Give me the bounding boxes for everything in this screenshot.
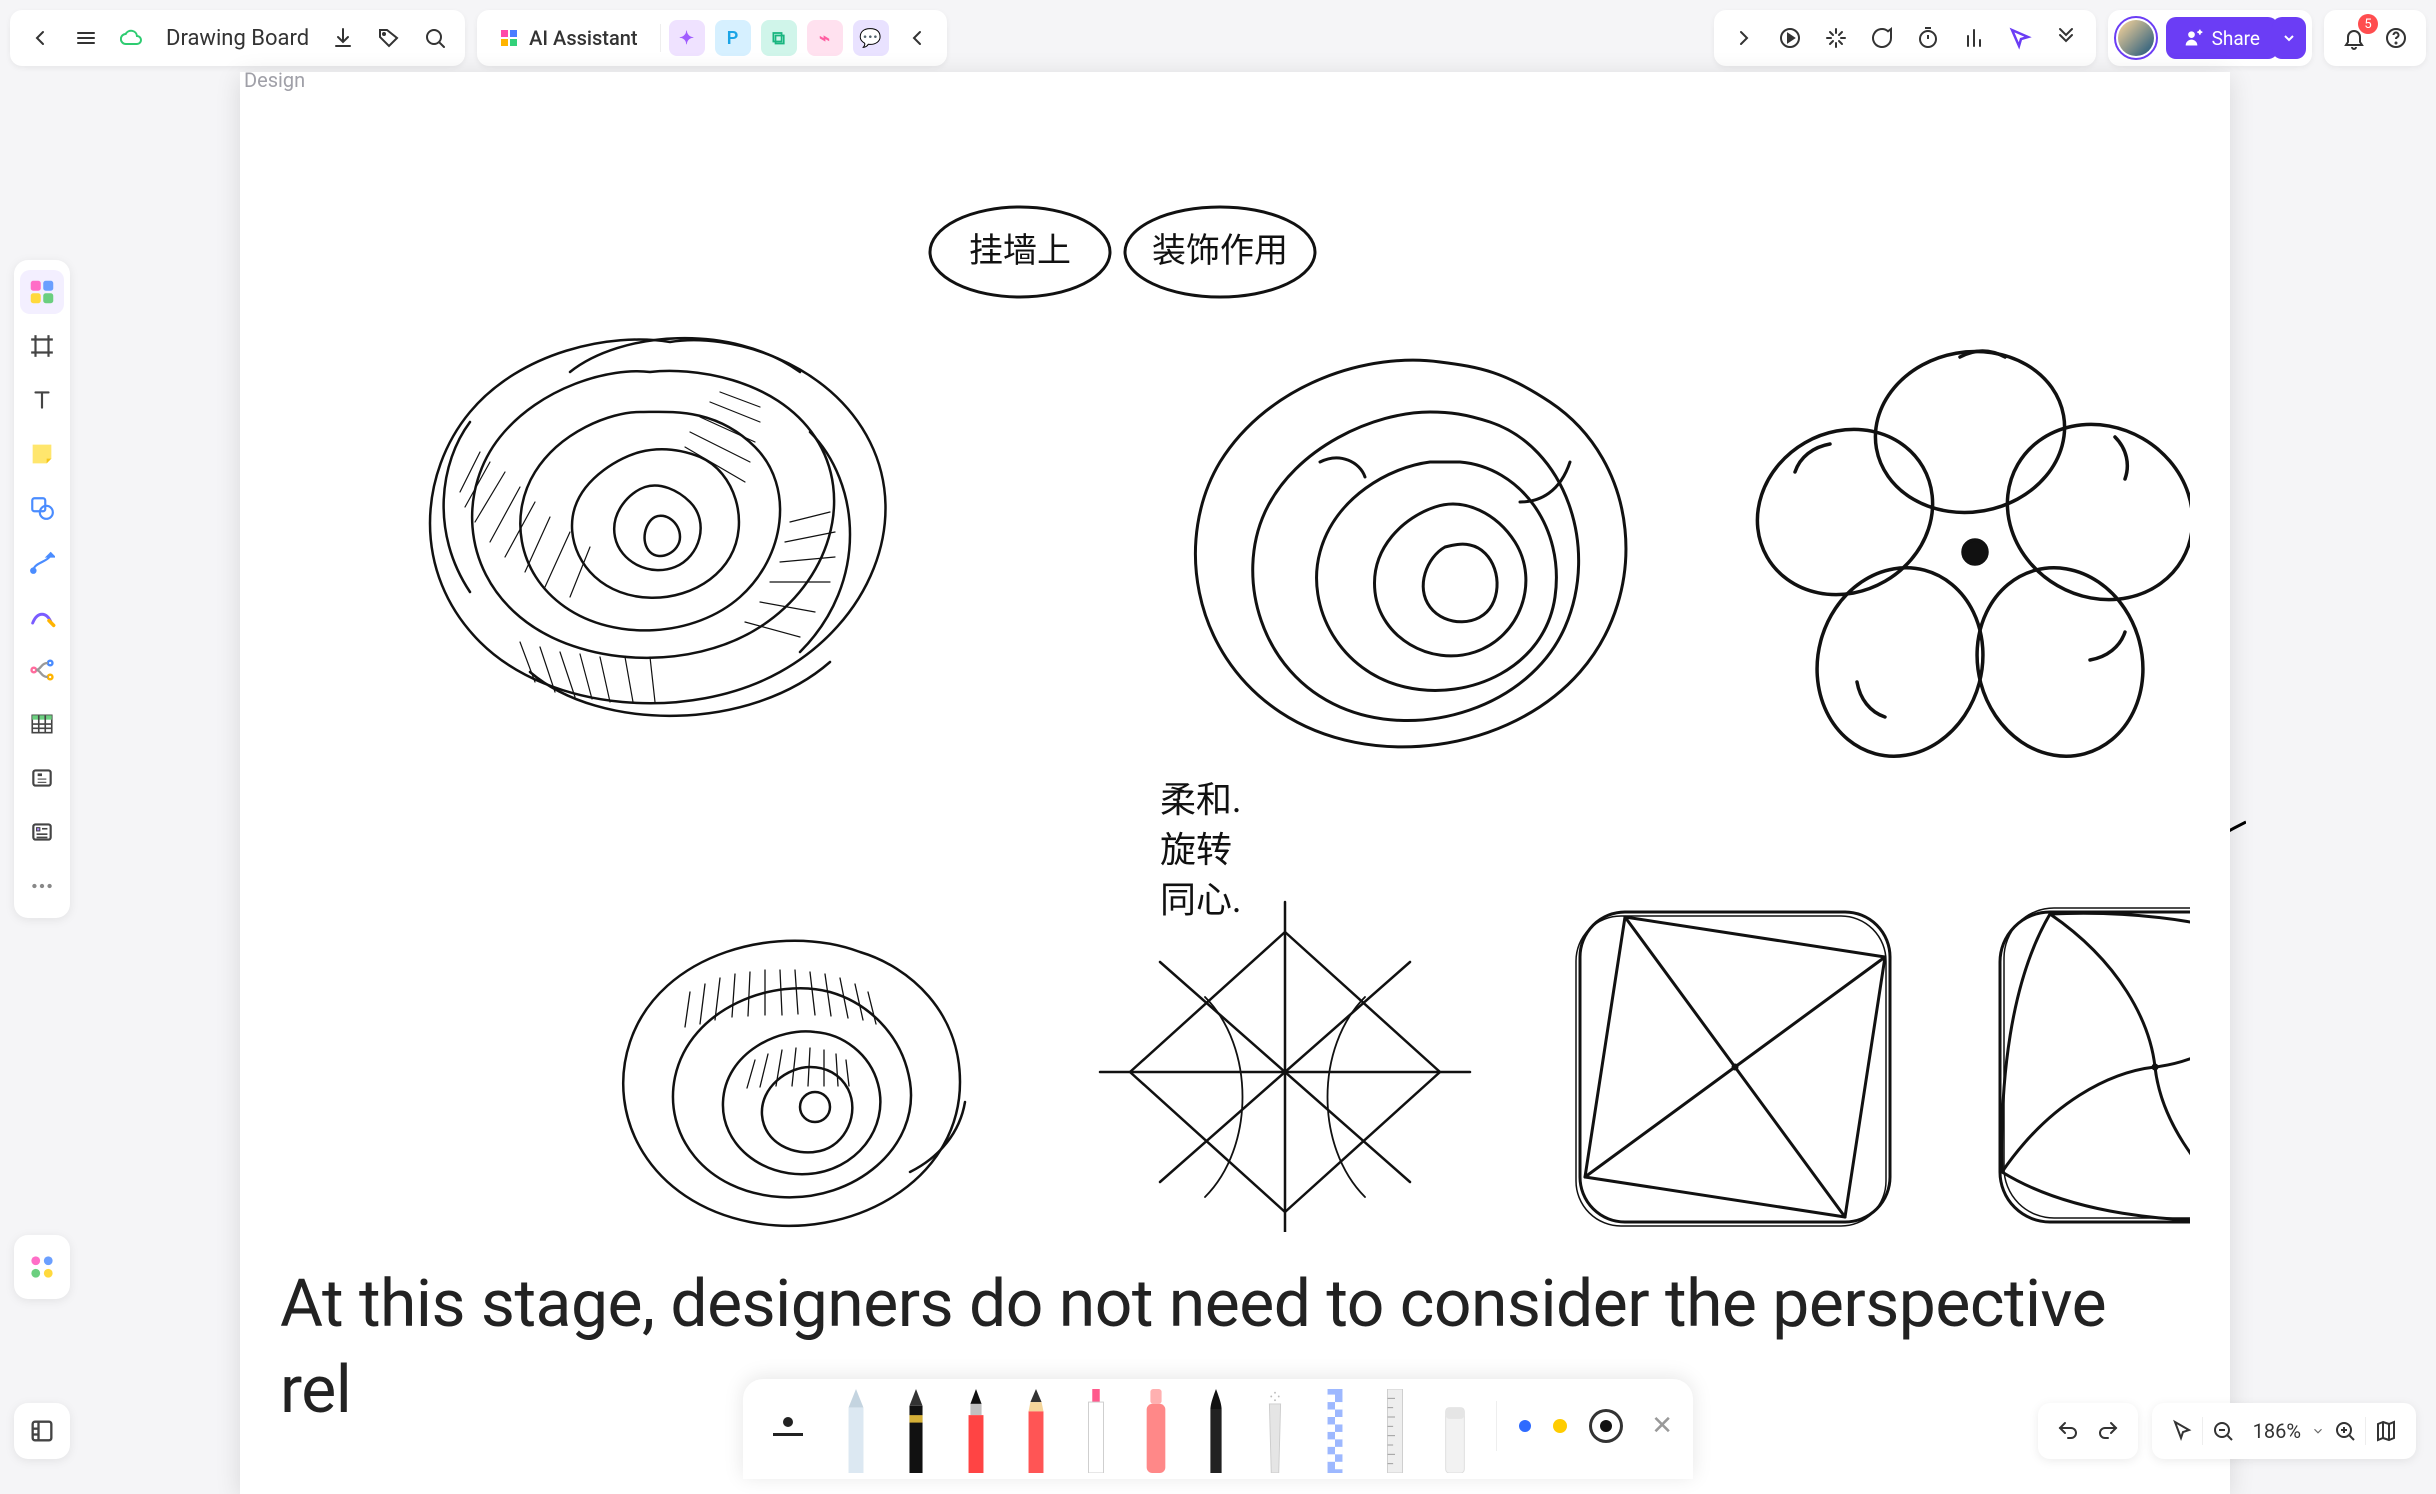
menu-button[interactable] xyxy=(66,18,106,58)
mode-chip-flow[interactable]: ⧉ xyxy=(761,20,797,56)
share-button-label: Share xyxy=(2212,27,2260,50)
zoom-group: 186% xyxy=(2152,1403,2416,1459)
notif-group: 5 xyxy=(2324,10,2426,66)
bottom-right-controls: 186% xyxy=(2038,1403,2416,1459)
tool-sticky[interactable] xyxy=(20,432,64,476)
ai-assistant-button[interactable]: AI Assistant xyxy=(487,18,653,58)
stroke-width-selector[interactable] xyxy=(763,1417,813,1436)
left-apps-button-wrap xyxy=(14,1235,70,1299)
sketch-image: 挂墙上 装饰作用 xyxy=(280,112,2190,1232)
left-toolbar xyxy=(14,260,70,918)
mode-chip-p[interactable]: P xyxy=(715,20,751,56)
timer-tool[interactable] xyxy=(1908,18,1948,58)
color-yellow[interactable] xyxy=(1553,1419,1567,1433)
page[interactable]: Design 挂墙上 装饰作用 xyxy=(240,72,2230,1494)
mode-chip-sparkle[interactable]: ✦ xyxy=(669,20,705,56)
pointer-mode[interactable] xyxy=(2162,1411,2202,1451)
tool-text[interactable] xyxy=(20,378,64,422)
undo-button[interactable] xyxy=(2048,1411,2088,1451)
pen-tray: ✕ xyxy=(743,1379,1693,1479)
tool-connector[interactable] xyxy=(20,540,64,584)
download-button[interactable] xyxy=(323,18,363,58)
notifications-button[interactable]: 5 xyxy=(2334,18,2374,58)
tag-button[interactable] xyxy=(369,18,409,58)
share-group: Share xyxy=(2108,10,2312,66)
tool-table[interactable] xyxy=(20,702,64,746)
mode-chip-pink[interactable]: ⌁ xyxy=(807,20,843,56)
zoom-in[interactable] xyxy=(2325,1411,2365,1451)
mode-chip-chat[interactable]: 💬 xyxy=(853,20,889,56)
pen-brush[interactable] xyxy=(949,1383,1003,1473)
ai-group: AI Assistant ✦ P ⧉ ⌁ 💬 xyxy=(477,10,946,66)
sparkle-tool[interactable] xyxy=(1816,18,1856,58)
svg-text:装饰作用: 装饰作用 xyxy=(1152,232,1288,270)
color-black-selected[interactable] xyxy=(1589,1409,1623,1443)
pen-stylus[interactable] xyxy=(829,1383,883,1473)
tool-pen[interactable] xyxy=(20,594,64,638)
pen-eraser[interactable] xyxy=(1428,1383,1482,1473)
zoom-out[interactable] xyxy=(2203,1411,2243,1451)
pen-airbrush[interactable] xyxy=(1249,1383,1303,1473)
pen-tray-close[interactable]: ✕ xyxy=(1651,1411,1673,1441)
help-button[interactable] xyxy=(2376,18,2416,58)
play-button[interactable] xyxy=(1770,18,1810,58)
tool-templates[interactable] xyxy=(20,270,64,314)
notification-badge: 5 xyxy=(2358,14,2378,34)
tool-mindmap[interactable] xyxy=(20,648,64,692)
zoom-level[interactable]: 186% xyxy=(2243,1419,2311,1443)
svg-text:挂墙上: 挂墙上 xyxy=(969,232,1071,270)
page-label: Design xyxy=(244,68,305,92)
pen-ruler[interactable] xyxy=(1368,1383,1422,1473)
svg-text:旋转: 旋转 xyxy=(1160,830,1232,870)
share-dropdown[interactable] xyxy=(2272,17,2306,59)
comment-tool[interactable] xyxy=(1862,18,1902,58)
pen-pencil[interactable] xyxy=(1009,1383,1063,1473)
cursor-tool[interactable] xyxy=(2000,18,2040,58)
pen-highlighter[interactable] xyxy=(1069,1383,1123,1473)
ai-assistant-label: AI Assistant xyxy=(529,26,643,50)
tool-list[interactable] xyxy=(20,810,64,854)
tool-frame[interactable] xyxy=(20,324,64,368)
page-list-button[interactable] xyxy=(14,1403,70,1459)
document-title[interactable]: Drawing Board xyxy=(158,26,317,51)
topbar-view-group xyxy=(1714,10,2096,66)
pen-pattern[interactable] xyxy=(1308,1383,1362,1473)
redo-button[interactable] xyxy=(2088,1411,2128,1451)
pen-calligraphy[interactable] xyxy=(1189,1383,1243,1473)
pen-fountain[interactable] xyxy=(889,1383,943,1473)
minimap-button[interactable] xyxy=(2366,1411,2406,1451)
expand-button[interactable] xyxy=(1724,18,1764,58)
apps-button[interactable] xyxy=(20,1245,64,1289)
svg-text:柔和.: 柔和. xyxy=(1160,780,1241,820)
cloud-sync-icon[interactable] xyxy=(112,18,152,58)
undo-redo-group xyxy=(2038,1403,2138,1459)
share-button[interactable]: Share xyxy=(2166,17,2278,59)
topbar-left-group: Drawing Board xyxy=(10,10,465,66)
canvas[interactable]: Design 挂墙上 装饰作用 xyxy=(240,72,2216,1479)
zoom-dropdown-icon[interactable] xyxy=(2311,1424,2325,1438)
user-avatar[interactable] xyxy=(2114,16,2158,60)
more-view-button[interactable] xyxy=(2046,18,2086,58)
tool-heading[interactable] xyxy=(20,756,64,800)
color-blue[interactable] xyxy=(1519,1420,1531,1432)
svg-text:同心.: 同心. xyxy=(1160,880,1241,920)
tool-shape[interactable] xyxy=(20,486,64,530)
tool-more[interactable] xyxy=(20,864,64,908)
pen-marker[interactable] xyxy=(1129,1383,1183,1473)
search-button[interactable] xyxy=(415,18,455,58)
ai-collapse-button[interactable] xyxy=(897,18,937,58)
back-button[interactable] xyxy=(20,18,60,58)
chart-tool[interactable] xyxy=(1954,18,1994,58)
